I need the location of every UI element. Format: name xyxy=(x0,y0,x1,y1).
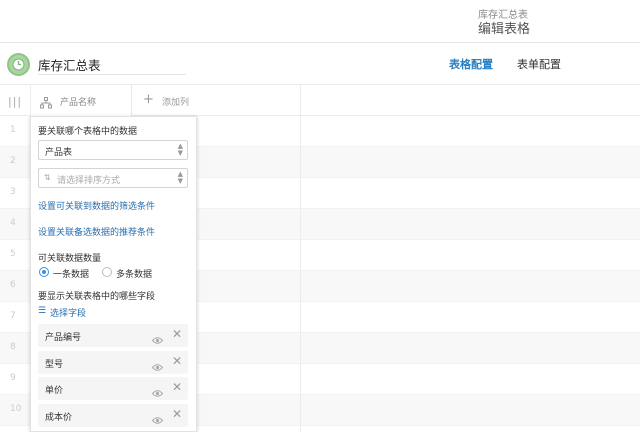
row-number: 10 xyxy=(10,404,22,414)
field-name: 成本价 xyxy=(45,413,73,423)
sort-select[interactable]: ⇅ 请选择排序方式 ▲ ▼ xyxy=(38,168,188,188)
relation-config-panel: 要关联哪个表格中的数据 产品表 ▲ ▼ ⇅ 请选择排序方式 ▲ ▼ 设置可关联到数据… xyxy=(30,116,197,432)
link-table-label: 要关联哪个表格中的数据 xyxy=(38,127,138,137)
eye-icon[interactable] xyxy=(151,410,164,429)
list-item[interactable]: 产品编号 ✕ xyxy=(38,324,188,347)
tab-table-config[interactable]: 表格配置 xyxy=(449,56,493,72)
select-arrows-icon: ▲ ▼ xyxy=(177,170,183,185)
page-title: 编辑表格 xyxy=(478,22,531,37)
sort-icon: ⇅ xyxy=(44,173,51,182)
tree-icon xyxy=(40,94,52,113)
recommend-condition-link[interactable]: 设置关联备选数据的推荐条件 xyxy=(38,225,155,238)
display-fields-label: 要显示关联表格中的哪些字段 xyxy=(38,292,156,302)
close-icon[interactable]: ✕ xyxy=(172,381,182,394)
select-arrows-icon: ▲ ▼ xyxy=(177,142,183,157)
row-number: 7 xyxy=(10,311,16,321)
row-number: 5 xyxy=(10,249,16,259)
row-number: 8 xyxy=(10,342,16,352)
row-number: 1 xyxy=(10,125,16,135)
filter-condition-link[interactable]: 设置可关联到数据的筛选条件 xyxy=(38,199,155,212)
column-header-product-name[interactable]: 产品名称 xyxy=(30,85,132,116)
add-column-button[interactable]: 添加列 xyxy=(162,95,189,108)
row-number: 2 xyxy=(10,156,16,166)
close-icon[interactable]: ✕ xyxy=(172,328,182,341)
eye-icon[interactable] xyxy=(151,383,164,402)
radio-single[interactable] xyxy=(39,267,49,277)
radio-single-label[interactable]: 一条数据 xyxy=(53,267,89,280)
close-icon[interactable]: ✕ xyxy=(172,408,182,421)
tab-form-config[interactable]: 表单配置 xyxy=(517,56,561,72)
top-header: 库存汇总表 编辑表格 xyxy=(0,0,640,43)
list-item[interactable]: 单价 ✕ xyxy=(38,377,188,400)
radio-multiple[interactable] xyxy=(102,267,112,277)
list-item[interactable]: 型号 ✕ xyxy=(38,351,188,374)
row-number: 4 xyxy=(10,218,16,228)
clock-icon xyxy=(7,53,30,76)
row-number: 6 xyxy=(10,280,16,290)
plus-icon[interactable]: + xyxy=(143,92,154,107)
list-icon: ☰ xyxy=(38,306,47,316)
row-number: 9 xyxy=(10,373,16,383)
row-handle-icon[interactable]: ||| xyxy=(8,95,22,108)
column-divider xyxy=(300,85,301,432)
field-name: 单价 xyxy=(45,386,64,396)
sheet-title-input[interactable]: 库存汇总表 xyxy=(38,55,101,74)
column-header-label: 产品名称 xyxy=(60,98,97,108)
list-item[interactable]: 成本价 ✕ xyxy=(38,404,188,427)
sort-select-placeholder: 请选择排序方式 xyxy=(57,176,121,186)
table-select[interactable]: 产品表 ▲ ▼ xyxy=(38,140,188,160)
title-underline xyxy=(38,74,186,75)
radio-multiple-label[interactable]: 多条数据 xyxy=(116,267,152,280)
quantity-label: 可关联数据数量 xyxy=(38,254,102,264)
eye-icon[interactable] xyxy=(151,330,164,349)
close-icon[interactable]: ✕ xyxy=(172,355,182,368)
toolbar: 库存汇总表 表格配置 表单配置 xyxy=(0,43,640,85)
field-name: 型号 xyxy=(45,360,64,370)
field-name: 产品编号 xyxy=(45,333,82,343)
table-select-value: 产品表 xyxy=(45,148,73,158)
column-header-row: ||| 产品名称 + 添加列 xyxy=(0,85,640,116)
select-fields-link[interactable]: 选择字段 xyxy=(50,306,86,319)
eye-icon[interactable] xyxy=(151,357,164,376)
row-number: 3 xyxy=(10,187,16,197)
